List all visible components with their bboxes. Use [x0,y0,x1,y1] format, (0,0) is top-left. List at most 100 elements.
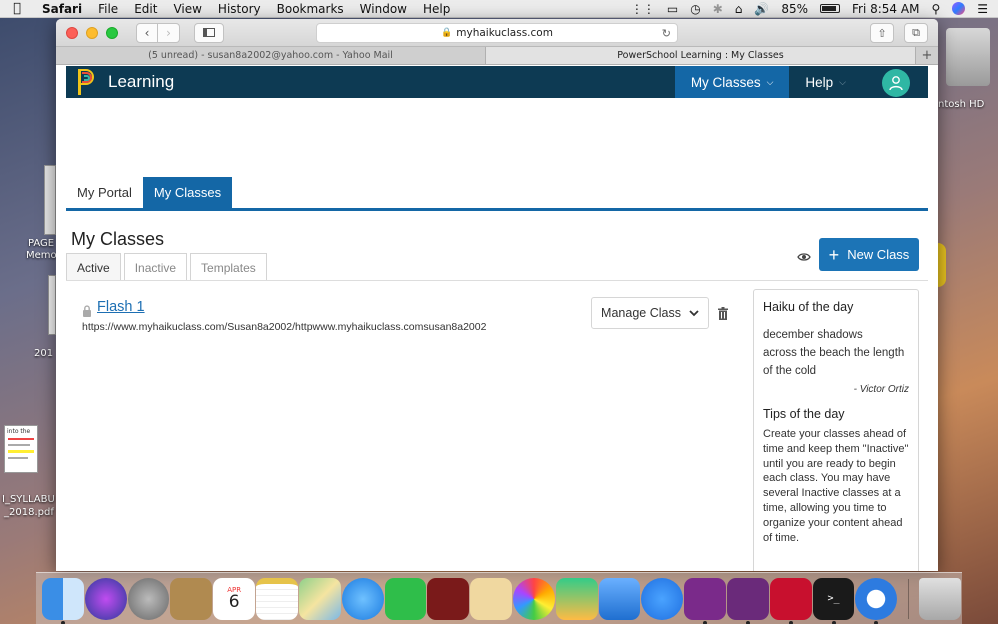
volume-icon[interactable]: 🔊 [754,2,769,16]
delete-class-button[interactable] [718,305,728,324]
forward-button[interactable]: › [158,22,180,43]
portal-tabs: My Portal My Classes [66,177,928,211]
time-machine-icon[interactable]: ◷ [690,2,700,16]
safari-icon[interactable] [855,577,898,624]
maps-icon[interactable] [298,577,341,620]
tab-my-classes[interactable]: My Classes [142,177,233,208]
browser-tab-yahoo-mail[interactable]: (5 unread) - susan8a2002@yahoo.com - Yah… [56,47,486,64]
battery-percent[interactable]: 85% [781,2,808,16]
menu-window[interactable]: Window [352,2,415,16]
keynote-icon[interactable] [598,577,641,620]
menu-edit[interactable]: Edit [126,2,165,16]
siri-icon[interactable] [952,2,966,15]
notes-icon[interactable] [256,577,298,620]
new-class-button[interactable]: + New Class [819,238,919,271]
tab-my-portal[interactable]: My Portal [66,177,143,208]
lock-icon [82,302,92,321]
messages-icon[interactable] [341,577,384,620]
dock: APR 6 >_ [36,572,962,624]
dock-separator [908,578,910,619]
battery-icon[interactable] [820,4,840,13]
hard-drive-icon[interactable] [946,28,990,86]
tab-overview-button[interactable]: ⧉ [904,23,928,43]
info-sidebar: Haiku of the day december shadows across… [753,289,919,571]
browser-tab-bar: (5 unread) - susan8a2002@yahoo.com - Yah… [56,47,938,65]
nav-my-classes[interactable]: My Classes ⌵ [674,66,790,98]
class-status-tabs: Active Inactive Templates [66,253,270,281]
apple-menu-icon[interactable]:  [0,1,34,16]
airplay-icon[interactable]: ▭ [667,2,678,16]
menu-view[interactable]: View [165,2,209,16]
numbers-icon[interactable] [555,577,598,620]
grid-icon[interactable]: ⋮⋮ [631,2,655,16]
desktop-pdf-thumbnail[interactable]: into the [4,425,38,473]
bluetooth-icon[interactable]: ✱ [713,2,723,16]
zoom-window-button[interactable] [106,26,118,39]
lock-icon: 🔒 [441,28,453,38]
powerschool-logo[interactable]: Learning [78,69,174,95]
photos-icon[interactable] [512,577,555,620]
back-button[interactable]: ‹ [136,22,158,43]
menu-help[interactable]: Help [415,2,458,16]
wifi-icon[interactable]: ⌂ [735,2,743,16]
sidebar-toggle-button[interactable] [194,22,224,43]
reload-icon[interactable]: ↻ [662,27,671,40]
menu-app-name[interactable]: Safari [34,2,90,16]
class-link-flash-1[interactable]: Flash 1 [97,299,145,315]
address-bar-url: myhaikuclass.com [456,27,553,39]
subtab-inactive[interactable]: Inactive [123,253,188,281]
address-bar[interactable]: 🔒 myhaikuclass.com ↻ [316,23,678,43]
haiku-line: december shadows [763,329,863,341]
terminal-icon[interactable]: >_ [812,577,855,624]
desktop-yellow-icon[interactable] [938,243,946,287]
desktop-label-pdf: _2018.pdf [4,507,54,518]
nav-help[interactable]: Help ⌵ [789,66,862,98]
haiku-heading: Haiku of the day [763,300,854,314]
desktop-file-icon[interactable] [44,165,56,235]
haiku-author: - Victor Ortiz [853,384,909,395]
close-window-button[interactable] [66,26,78,39]
menu-file[interactable]: File [90,2,126,16]
subtab-active[interactable]: Active [66,253,121,281]
chevron-down-icon: ⌵ [766,76,774,87]
trash-icon [718,307,728,320]
clock[interactable]: Fri 8:54 AM [852,2,919,16]
spotlight-icon[interactable]: ⚲ [931,2,940,16]
launchpad-icon[interactable] [127,577,170,620]
magician-app-2-icon[interactable] [727,577,769,624]
desktop-label-syllabus: I_SYLLABU [2,494,55,505]
sidebar-icon [203,28,215,37]
chevron-down-icon: ⌵ [839,76,846,87]
browser-tab-powerschool[interactable]: PowerSchool Learning : My Classes [486,47,916,64]
desktop-file-icon-2[interactable] [48,275,56,335]
adobe-acrobat-icon[interactable] [769,577,812,624]
safari-window: ‹ › 🔒 myhaikuclass.com ↻ ⇧ ⧉ (5 unread) … [56,19,938,571]
menu-history[interactable]: History [210,2,269,16]
zoom-icon[interactable] [641,577,684,620]
new-tab-button[interactable]: + [916,47,938,64]
minimize-window-button[interactable] [86,26,98,39]
pages-icon[interactable] [470,577,512,620]
brand-name: Learning [108,72,175,91]
notification-center-icon[interactable]: ☰ [977,2,988,16]
contacts-icon[interactable] [170,577,213,620]
facetime-icon[interactable] [384,577,427,620]
share-button[interactable]: ⇧ [870,23,894,43]
manage-class-dropdown[interactable]: Manage Class [591,297,709,329]
trash-icon[interactable] [919,577,962,620]
menu-bookmarks[interactable]: Bookmarks [269,2,352,16]
user-avatar[interactable] [882,69,910,97]
haiku-line: across the beach the length [763,347,905,359]
photo-booth-icon[interactable] [427,577,470,620]
magician-app-icon[interactable] [684,577,726,624]
thumbnail-text: into the [7,428,31,435]
calendar-icon[interactable]: APR 6 [213,577,256,620]
user-icon [889,76,903,91]
subtab-templates[interactable]: Templates [190,253,267,281]
finder-icon[interactable] [42,577,84,624]
top-navigation: Learning My Classes ⌵ Help ⌵ [66,66,928,98]
plus-icon: + [828,244,840,265]
desktop-label-hd: ntosh HD [938,99,985,110]
siri-icon[interactable] [84,577,127,620]
visibility-toggle[interactable] [797,247,811,266]
